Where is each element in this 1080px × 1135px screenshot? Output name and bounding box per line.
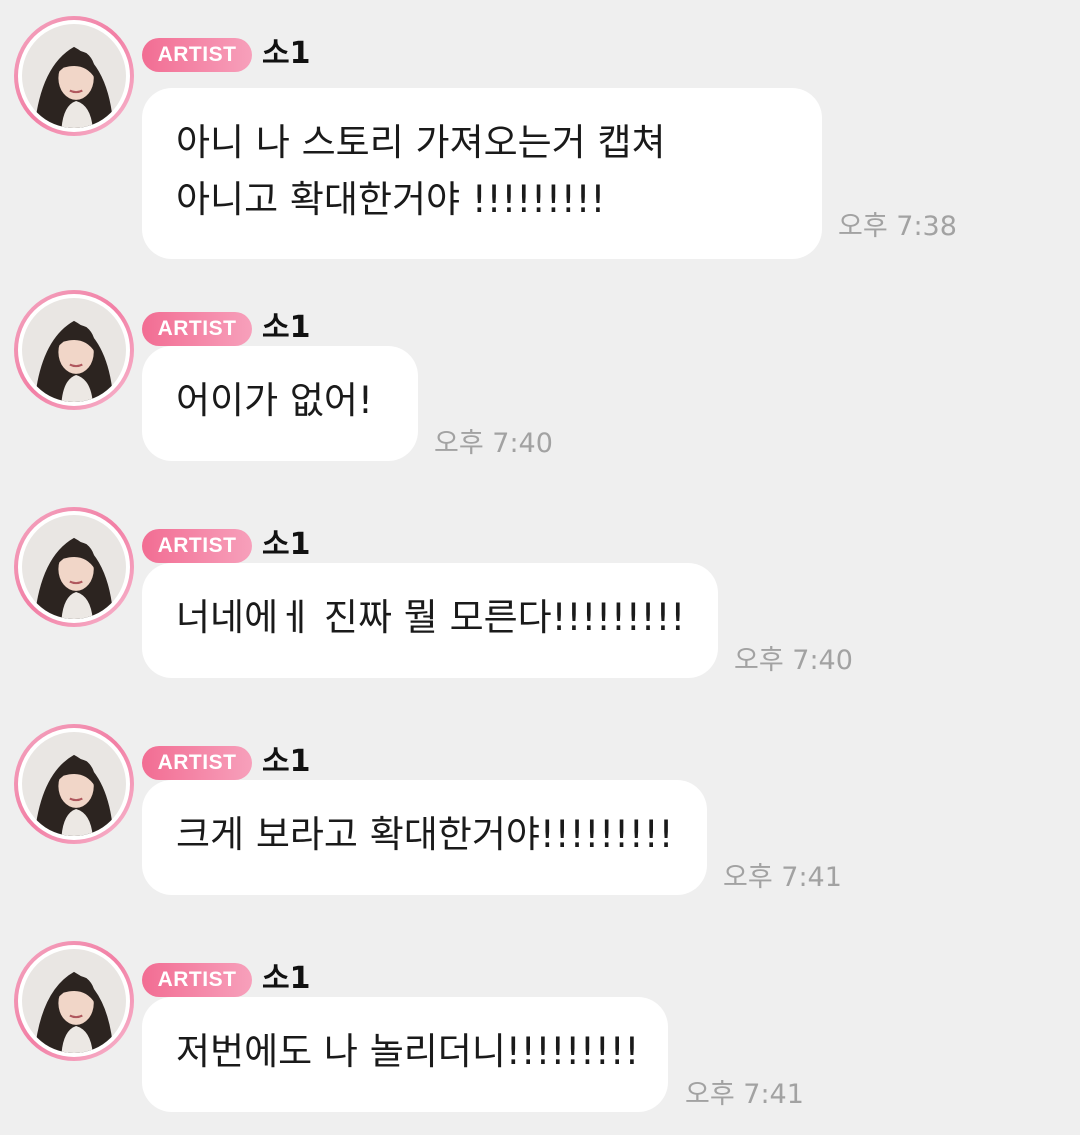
- message-bubble[interactable]: 아니 나 스토리 가져오는거 캡쳐 아니고 확대한거야 !!!!!!!!!: [142, 88, 822, 259]
- message-line: 어이가 없어!: [176, 379, 373, 422]
- sender-name[interactable]: 소1: [262, 740, 310, 784]
- artist-badge: ARTIST: [142, 529, 252, 563]
- artist-badge: ARTIST: [142, 38, 252, 72]
- profile-photo: [22, 24, 126, 128]
- chat-message: ARTIST 소1 크게 보라고 확대한거야!!!!!!!!! 오후 7:41: [0, 724, 1080, 904]
- profile-photo: [22, 298, 126, 402]
- avatar[interactable]: [14, 724, 134, 844]
- artist-badge: ARTIST: [142, 963, 252, 997]
- avatar[interactable]: [14, 290, 134, 410]
- sender-name[interactable]: 소1: [262, 523, 310, 567]
- message-bubble[interactable]: 너네에ㅔ 진짜 뭘 모른다!!!!!!!!!: [142, 563, 718, 678]
- chat-message: ARTIST 소1 아니 나 스토리 가져오는거 캡쳐 아니고 확대한거야 !!…: [0, 16, 1080, 259]
- sender-name[interactable]: 소1: [262, 957, 310, 1001]
- avatar[interactable]: [14, 16, 134, 136]
- sender-name[interactable]: 소1: [262, 306, 310, 350]
- sender-name[interactable]: 소1: [262, 32, 310, 76]
- message-time: 오후 7:40: [434, 428, 553, 459]
- profile-photo: [22, 515, 126, 619]
- message-time: 오후 7:38: [838, 211, 957, 242]
- message-line: 너네에ㅔ 진짜 뭘 모른다!!!!!!!!!: [176, 596, 686, 639]
- artist-badge: ARTIST: [142, 312, 252, 346]
- avatar[interactable]: [14, 941, 134, 1061]
- message-bubble[interactable]: 어이가 없어!: [142, 346, 418, 461]
- message-line: 아니고 확대한거야 !!!!!!!!!: [176, 178, 606, 221]
- chat-message: ARTIST 소1 어이가 없어! 오후 7:40: [0, 290, 1080, 470]
- chat-message: ARTIST 소1 저번에도 나 놀리더니!!!!!!!!! 오후 7:41: [0, 941, 1080, 1121]
- message-bubble[interactable]: 저번에도 나 놀리더니!!!!!!!!!: [142, 997, 668, 1112]
- avatar[interactable]: [14, 507, 134, 627]
- message-line: 아니 나 스토리 가져오는거 캡쳐: [176, 121, 666, 164]
- profile-photo: [22, 732, 126, 836]
- message-line: 크게 보라고 확대한거야!!!!!!!!!: [176, 813, 674, 856]
- message-time: 오후 7:41: [723, 862, 842, 893]
- profile-photo: [22, 949, 126, 1053]
- message-line: 저번에도 나 놀리더니!!!!!!!!!: [176, 1030, 640, 1073]
- message-time: 오후 7:40: [734, 645, 853, 676]
- message-time: 오후 7:41: [685, 1079, 804, 1110]
- artist-badge: ARTIST: [142, 746, 252, 780]
- message-bubble[interactable]: 크게 보라고 확대한거야!!!!!!!!!: [142, 780, 707, 895]
- chat-message: ARTIST 소1 너네에ㅔ 진짜 뭘 모른다!!!!!!!!! 오후 7:40: [0, 507, 1080, 687]
